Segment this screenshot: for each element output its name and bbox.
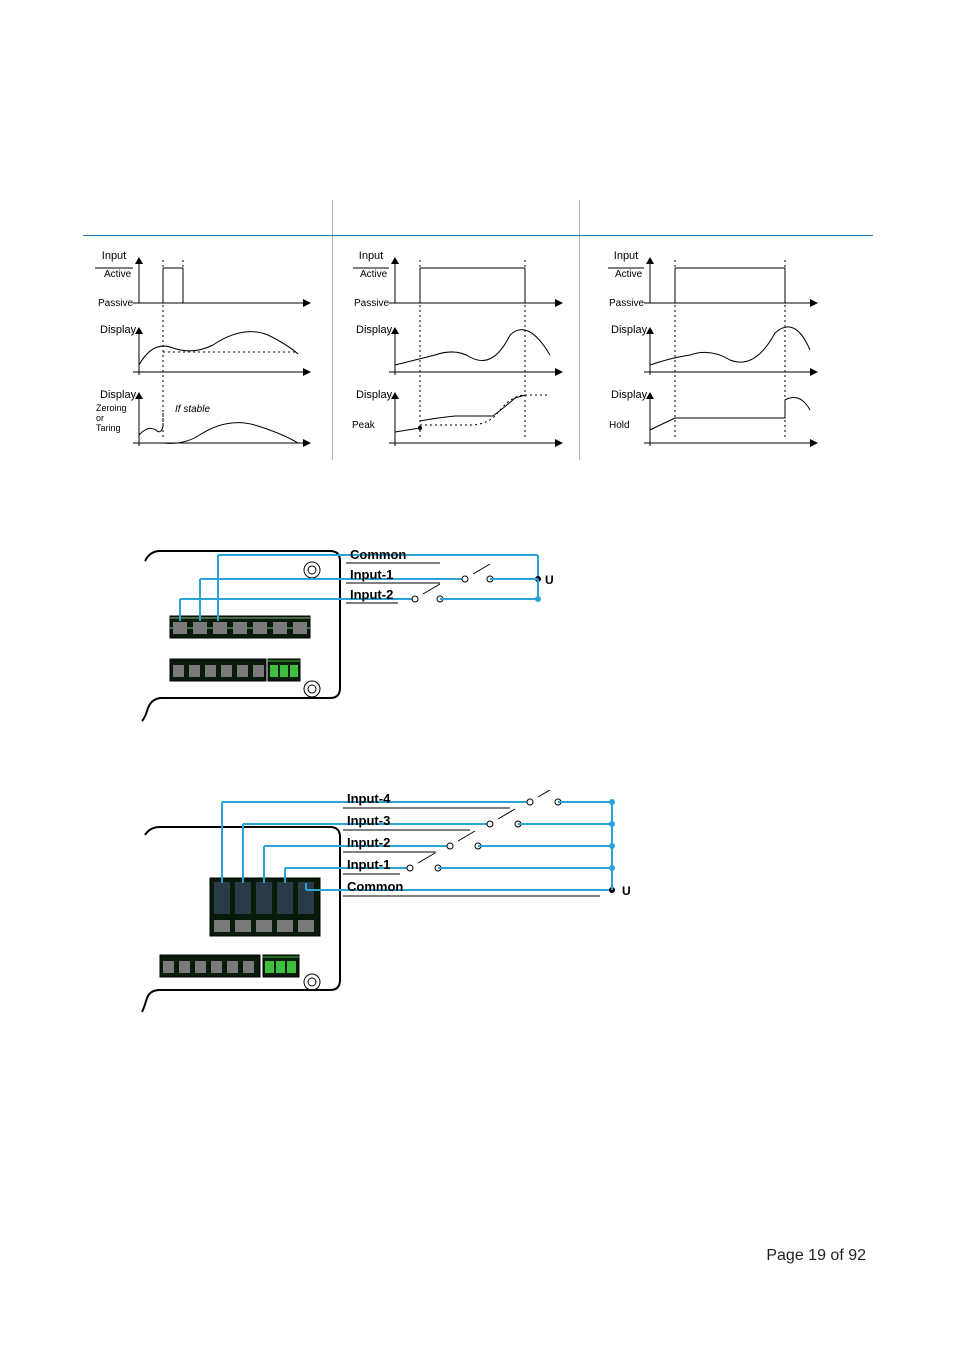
label-passive: Passive: [98, 298, 133, 309]
label-input: Input: [359, 250, 383, 262]
label-passive: Passive: [354, 298, 389, 309]
label-display5: Display: [611, 324, 648, 336]
page-number: Page 19 of 92: [766, 1247, 866, 1265]
label-in1: Input-1: [350, 567, 393, 582]
label-active: Active: [104, 269, 132, 280]
graph-panel-hold: Input Active Passive Display Display Hol…: [590, 200, 840, 460]
label-in2b: Input-2: [347, 835, 390, 850]
label-commonb: Common: [347, 879, 403, 894]
label-passive: Passive: [609, 298, 644, 309]
label-ifstable: If stable: [175, 404, 210, 415]
label-display3: Display: [356, 324, 393, 336]
wiring-diagram-2: U Input-4 Input-3 Input-2 Input-1 Common: [140, 790, 650, 1015]
label-active: Active: [360, 269, 388, 280]
label-in1b: Input-1: [347, 857, 390, 872]
label-in3: Input-3: [347, 813, 390, 828]
label-active: Active: [615, 269, 643, 280]
label-hold: Hold: [609, 420, 630, 431]
label-display6: Display: [611, 389, 648, 401]
label-in2: Input-2: [350, 587, 393, 602]
label-display4: Display: [356, 389, 393, 401]
label-taring: Taring: [96, 423, 121, 433]
label-input: Input: [614, 250, 638, 262]
label-u: U: [545, 573, 554, 587]
label-display1: Display: [100, 324, 137, 336]
label-display2: Display: [100, 389, 137, 401]
label-or: or: [96, 413, 104, 423]
label-peak: Peak: [352, 420, 376, 431]
label-common: Common: [350, 547, 406, 562]
graph-panel-peak: Input Active Passive Display Display Pea…: [335, 200, 580, 460]
wiring-diagram-1: U Common Input-1 Input-2: [140, 546, 560, 731]
graph-panel-zeroing: Input Active Passive Display Display If …: [83, 200, 333, 460]
label-u2: U: [622, 884, 631, 898]
label-in4: Input-4: [347, 791, 391, 806]
label-input: Input: [102, 250, 126, 262]
label-zeroing: Zeroing: [96, 403, 127, 413]
page: Input Active Passive Display Display If …: [0, 0, 954, 1350]
